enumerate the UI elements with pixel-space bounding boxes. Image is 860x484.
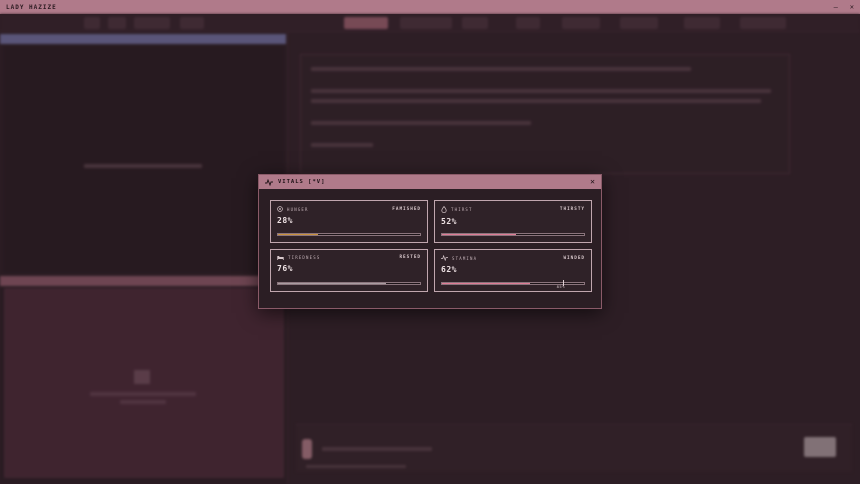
vitals-modal: VITALS [*V] ✕ HUNGER FAMISHED 28% THIRST… (258, 174, 602, 309)
vital-progress-fill (278, 283, 386, 284)
vital-card-hunger: HUNGER FAMISHED 28% (270, 200, 428, 243)
vital-status: THIRSTY (559, 207, 585, 212)
stomach-icon (277, 206, 283, 212)
pulse-icon (441, 255, 448, 261)
droplet-icon (441, 206, 447, 213)
modal-header: VITALS [*V] ✕ (259, 175, 601, 189)
stamina-threshold-marker (562, 280, 564, 286)
vital-value: 52% (441, 217, 457, 226)
vital-card-stamina: STAMINA WINDED 62% 85% (434, 249, 592, 292)
window-controls: – ✕ (834, 3, 854, 11)
vital-card-tiredness: TIREDNESS RESTED 76% (270, 249, 428, 292)
app-title: LADY HAZIZE (6, 3, 57, 11)
vital-card-thirst: THIRST THIRSTY 52% (434, 200, 592, 243)
close-window-button[interactable]: ✕ (850, 3, 854, 11)
vital-value: 28% (277, 216, 293, 225)
pulse-icon (265, 178, 273, 186)
vital-value: 76% (277, 264, 293, 273)
vital-progress-bar (441, 233, 585, 236)
minimize-button[interactable]: – (834, 3, 838, 11)
vital-label: STAMINA (452, 255, 478, 261)
vital-progress-bar (277, 233, 421, 236)
vital-label: THIRST (451, 207, 473, 212)
title-bar: LADY HAZIZE – ✕ (0, 0, 860, 14)
vital-progress-fill (442, 234, 516, 235)
vital-label: HUNGER (287, 206, 309, 212)
vital-progress-fill (278, 234, 318, 235)
vital-status: WINDED (563, 255, 585, 261)
vital-progress-bar (441, 280, 585, 286)
vital-progress-bar (277, 282, 421, 285)
close-modal-button[interactable]: ✕ (590, 178, 595, 186)
bed-icon (277, 255, 284, 260)
modal-title: VITALS [*V] (278, 179, 326, 185)
vital-value: 62% (441, 265, 457, 274)
vital-status: RESTED (399, 255, 421, 260)
vital-progress-fill (442, 283, 531, 284)
vitals-grid: HUNGER FAMISHED 28% THIRST THIRSTY 52% T… (270, 200, 592, 292)
vital-label: TIREDNESS (288, 255, 321, 260)
vital-status: FAMISHED (392, 206, 421, 212)
